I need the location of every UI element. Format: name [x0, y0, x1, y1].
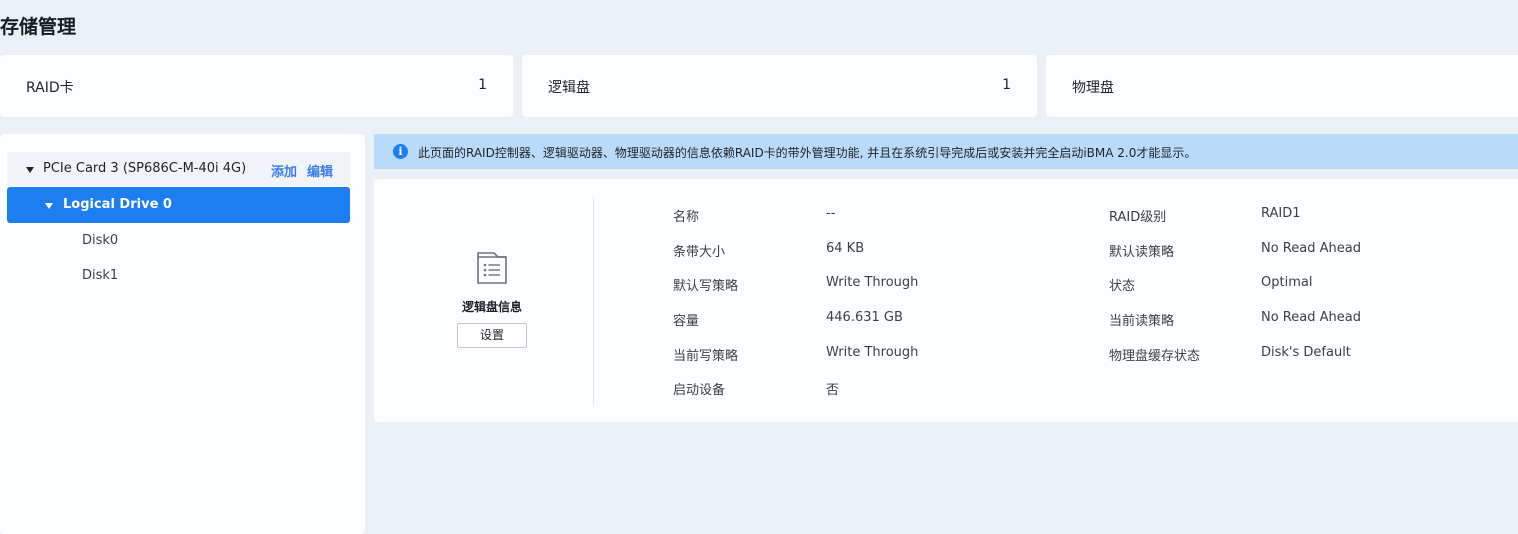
- raid-card-label: RAID卡: [26, 80, 74, 96]
- info-banner-text: 此页面的RAID控制器、逻辑驱动器、物理驱动器的信息依赖RAID卡的带外管理功能…: [418, 146, 1197, 160]
- prop-value: No Read Ahead: [1261, 310, 1361, 325]
- prop-label: 状态: [1109, 279, 1136, 294]
- logical-disk-label: 逻辑盘: [548, 80, 590, 96]
- page-title: 存储管理: [0, 16, 77, 38]
- prop-value: Write Through: [826, 345, 919, 360]
- info-banner: i 此页面的RAID控制器、逻辑驱动器、物理驱动器的信息依赖RAID卡的带外管理…: [374, 134, 1518, 169]
- prop-label: 启动设备: [673, 383, 726, 398]
- prop-value: Disk's Default: [1261, 345, 1351, 360]
- logical-disk-count: 1: [1002, 77, 1011, 93]
- prop-value: RAID1: [1261, 206, 1301, 221]
- raid-card-summary: RAID卡 1: [0, 55, 513, 117]
- prop-label: 当前读策略: [1109, 314, 1175, 329]
- detail-heading: 逻辑盘信息: [461, 300, 522, 314]
- caret-down-icon[interactable]: [26, 167, 34, 173]
- document-list-icon: [474, 250, 510, 290]
- prop-value: 64 KB: [826, 241, 865, 256]
- logical-disk-summary: 逻辑盘 1: [522, 55, 1037, 117]
- physical-disk-label: 物理盘: [1072, 80, 1114, 96]
- prop-value: 否: [826, 383, 840, 398]
- info-icon: i: [393, 144, 408, 159]
- controller-name: PCIe Card 3 (SP686C-M-40i 4G): [43, 161, 247, 176]
- prop-value: Optimal: [1261, 275, 1313, 290]
- logical-drive-name: Logical Drive 0: [63, 197, 172, 212]
- add-link[interactable]: 添加: [271, 161, 297, 180]
- raid-card-count: 1: [478, 77, 487, 93]
- divider: [593, 197, 594, 405]
- storage-tree: PCIe Card 3 (SP686C-M-40i 4G) 添加 编辑 Logi…: [0, 134, 365, 534]
- prop-value: Write Through: [826, 275, 919, 290]
- settings-button[interactable]: 设置: [457, 323, 527, 348]
- prop-label: 条带大小: [673, 245, 726, 260]
- tree-item-controller[interactable]: PCIe Card 3 (SP686C-M-40i 4G) 添加 编辑: [7, 152, 350, 186]
- prop-value: --: [826, 206, 836, 221]
- tree-item-logical-drive[interactable]: Logical Drive 0: [7, 187, 350, 223]
- prop-value: 446.631 GB: [826, 310, 903, 325]
- tree-item-disk0[interactable]: Disk0: [82, 233, 118, 248]
- prop-label: 默认读策略: [1109, 245, 1175, 260]
- prop-value: No Read Ahead: [1261, 241, 1361, 256]
- tree-item-disk1[interactable]: Disk1: [82, 268, 118, 283]
- prop-label: 物理盘缓存状态: [1109, 349, 1201, 364]
- edit-link[interactable]: 编辑: [307, 161, 333, 180]
- logical-disk-detail: 逻辑盘信息 设置 名称 -- 条带大小 64 KB 默认写策略 Write Th…: [374, 179, 1518, 422]
- prop-label: RAID级别: [1109, 210, 1167, 225]
- prop-label: 默认写策略: [673, 279, 739, 294]
- prop-label: 名称: [673, 210, 700, 225]
- caret-down-icon[interactable]: [45, 203, 53, 209]
- prop-label: 容量: [673, 314, 700, 329]
- prop-label: 当前写策略: [673, 349, 739, 364]
- physical-disk-summary: 物理盘: [1046, 55, 1518, 117]
